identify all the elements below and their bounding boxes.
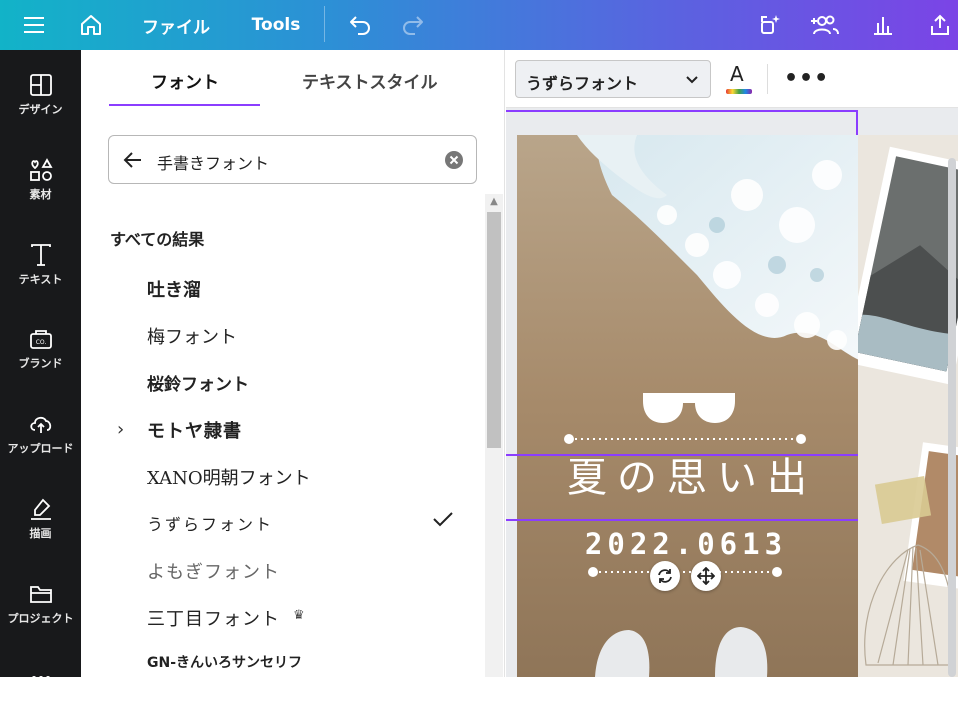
font-list-item-selected[interactable]: うずらフォント (81, 499, 481, 545)
clear-search-icon[interactable] (444, 150, 464, 170)
left-rail: デザイン 素材 テキスト CO. ブランド アップロード 描画 プロジェクト (0, 50, 81, 687)
font-dropdown-value: うずらフォント (526, 74, 639, 93)
tab-fonts[interactable]: フォント (151, 68, 219, 93)
upload-cloud-icon (29, 416, 51, 433)
font-list-item[interactable]: 梅フォント (81, 311, 481, 357)
rail-item-label: プロジェクト (7, 612, 74, 625)
font-list-item[interactable]: › モトヤ隷書 (81, 405, 481, 451)
active-tab-indicator (109, 104, 260, 106)
font-panel: フォント テキストスタイル 手書きフォント ▲ すべての結果 吐き溜 梅フォント… (81, 50, 505, 677)
menu-icon[interactable] (18, 0, 50, 50)
rail-item-label: 素材 (29, 188, 52, 201)
text-toolbar: うずらフォント A ••• (506, 50, 958, 108)
rail-item-projects[interactable]: プロジェクト (0, 573, 81, 643)
magic-resize-icon[interactable] (755, 0, 785, 50)
rail-item-upload[interactable]: アップロード (0, 403, 81, 473)
brand-icon: CO. (29, 330, 52, 349)
move-icon (697, 567, 715, 585)
svg-text:CO.: CO. (35, 339, 46, 346)
top-bar: ファイル Tools (0, 0, 958, 50)
panel-tabs: フォント テキストスタイル (81, 50, 505, 108)
page-selection-frame (506, 110, 858, 135)
rail-item-text[interactable]: テキスト (0, 234, 81, 304)
rotate-icon (658, 569, 672, 583)
crown-icon: ♛ (293, 608, 305, 623)
checkmark-icon (433, 512, 453, 527)
design-date-text[interactable]: 2022.0613 (566, 527, 806, 561)
font-name: XANO明朝フォント (147, 468, 311, 489)
text-icon (30, 244, 51, 266)
font-list-item[interactable]: XANO明朝フォント (81, 452, 481, 498)
text-color-letter: A (730, 62, 744, 86)
back-arrow-icon[interactable] (122, 149, 144, 171)
upload-share-icon[interactable] (925, 0, 955, 50)
text-color-button[interactable]: A (724, 62, 754, 96)
rotate-handle[interactable] (650, 561, 680, 591)
font-name: うずらフォント (147, 515, 274, 534)
font-name: 吐き溜 (147, 280, 201, 301)
rail-item-brand[interactable]: CO. ブランド (0, 318, 81, 388)
elements-icon (29, 158, 53, 181)
draw-icon (30, 498, 51, 520)
rail-item-label: デザイン (18, 103, 63, 116)
rail-item-draw[interactable]: 描画 (0, 488, 81, 558)
font-name: GN-きんいろサンセリフ (147, 655, 303, 671)
rail-item-label: ブランド (18, 357, 63, 370)
beach-photo[interactable] (517, 135, 859, 677)
font-name: よもぎフォント (147, 562, 280, 583)
tools-menu-button[interactable]: Tools (246, 0, 306, 50)
chevron-right-icon[interactable]: › (117, 419, 124, 440)
layout-icon (29, 74, 52, 96)
beach-image (517, 135, 859, 677)
home-icon[interactable] (74, 0, 108, 50)
results-heading: すべての結果 (110, 230, 205, 249)
scrollbar-thumb[interactable] (487, 212, 501, 448)
canvas-area: 夏の思い出 2022.0613 (506, 108, 958, 677)
font-list-item[interactable]: 桜鈴フォント (81, 358, 481, 404)
insights-chart-icon[interactable] (868, 0, 898, 50)
chevron-down-icon (686, 76, 698, 84)
font-name: 梅フォント (147, 327, 237, 348)
font-name: 三丁目フォント (147, 609, 280, 630)
font-list-item[interactable]: 吐き溜 (81, 264, 481, 310)
rail-item-label: アップロード (7, 442, 74, 455)
text-selection-box (506, 454, 890, 521)
font-family-dropdown[interactable]: うずらフォント (515, 60, 711, 98)
font-name: 桜鈴フォント (147, 375, 249, 395)
rail-item-label: 描画 (29, 527, 52, 540)
rail-item-label: テキスト (18, 273, 63, 286)
move-handle[interactable] (691, 561, 721, 591)
file-menu-button[interactable]: ファイル (136, 0, 216, 50)
tab-text-styles[interactable]: テキストスタイル (302, 68, 438, 93)
redo-icon[interactable] (398, 0, 428, 50)
font-list-item[interactable]: よもぎフォント (81, 546, 481, 592)
apps-grid-icon (31, 676, 50, 687)
share-people-icon[interactable] (808, 0, 844, 50)
rail-item-elements[interactable]: 素材 (0, 149, 81, 219)
canvas-scrollbar[interactable] (948, 158, 956, 677)
search-input[interactable]: 手書きフォント (157, 150, 269, 174)
undo-icon[interactable] (345, 0, 375, 50)
rail-item-design[interactable]: デザイン (0, 64, 81, 134)
topbar-divider (324, 6, 325, 42)
rail-item-apps[interactable] (0, 658, 81, 728)
scroll-up-arrow-icon[interactable]: ▲ (485, 196, 503, 210)
more-options-button[interactable]: ••• (784, 66, 829, 91)
font-list-item[interactable]: GN-きんいろサンセリフ (81, 640, 481, 686)
collage-page-preview[interactable] (858, 135, 958, 677)
collage-image (858, 135, 958, 677)
font-name: モトヤ隷書 (147, 421, 242, 442)
rainbow-color-bar (726, 89, 752, 94)
folder-icon (29, 586, 52, 603)
font-list-item[interactable]: 三丁目フォント ♛ (81, 593, 481, 639)
toolbar-divider (767, 64, 768, 94)
font-search-box[interactable]: 手書きフォント (108, 135, 477, 184)
